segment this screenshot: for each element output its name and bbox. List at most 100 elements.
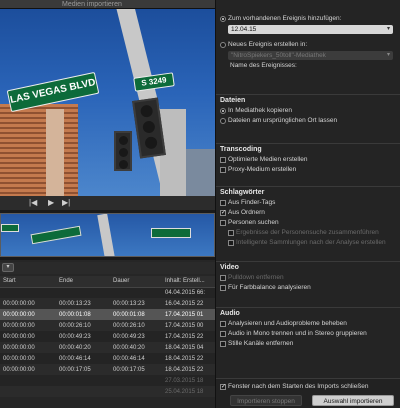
checkbox[interactable] [228, 230, 234, 236]
find-people-label: Personen suchen [228, 219, 279, 226]
table-row[interactable]: 00:00:00:00 00:00:49:23 00:00:49:23 17.04.2… [0, 331, 215, 342]
radio-icon[interactable] [220, 118, 226, 124]
table-row[interactable]: 00:00:00:00 00:00:40:20 00:00:40:20 18.04.2… [0, 342, 215, 353]
column-header-duration[interactable]: Dauer [110, 276, 162, 288]
add-to-existing-event-option[interactable]: Zum vorhandenen Ereignis hinzufügen: [216, 14, 400, 24]
cell-end [56, 375, 110, 386]
from-folders-label: Aus Ordnern [228, 209, 265, 216]
proxy-media-option[interactable]: Proxy-Medium erstellen [216, 165, 400, 175]
library-select[interactable]: "NitroSpiekers_50toll"-Mediathek ▾ [228, 51, 393, 60]
column-header-created[interactable]: Inhalt: Erstell... [162, 276, 215, 288]
checkbox[interactable] [220, 208, 226, 218]
copy-to-library-label: In Mediathek kopieren [228, 107, 292, 114]
table-row[interactable]: 00:00:00:00 00:00:01:08 00:00:01:08 17.04.2… [0, 309, 215, 320]
play-button[interactable]: ▶ [48, 198, 54, 207]
transport-controls: |◀ ▶ ▶| [0, 196, 215, 210]
cell-end: 00:00:46:14 [56, 353, 110, 364]
cell-duration [110, 386, 162, 397]
table-row[interactable]: 00:00:00:00 00:00:17:05 00:00:17:05 18.04.2… [0, 364, 215, 375]
checkbox[interactable] [220, 157, 226, 163]
color-balance-option[interactable]: Für Farbbalance analysieren [216, 283, 400, 293]
cell-created: 18.04.2015 04 [162, 342, 215, 353]
remove-pulldown-option[interactable]: Pulldown entfernen [216, 273, 400, 283]
consolidate-people-option[interactable]: Ergebnisse der Personensuche zusammenfüh… [216, 228, 400, 238]
optimized-media-label: Optimierte Medien erstellen [228, 156, 308, 163]
checkbox[interactable] [220, 382, 226, 392]
cell-end: 00:00:01:08 [56, 309, 110, 320]
leave-in-place-option[interactable]: Dateien am ursprünglichen Ort lassen [216, 116, 400, 126]
filter-bar: ▾ [0, 262, 215, 274]
radio-icon[interactable] [220, 16, 226, 22]
checkbox[interactable] [220, 200, 226, 206]
stop-import-button[interactable]: Importieren stoppen [230, 395, 302, 406]
table-row[interactable]: 25.04.2015 18 [0, 386, 215, 397]
cell-duration: 00:00:26:10 [110, 320, 162, 331]
table-row[interactable]: 00:00:00:00 00:00:13:23 00:00:13:23 16.04.2… [0, 298, 215, 309]
cell-created: 18.04.2015 22 [162, 353, 215, 364]
checkbox[interactable] [228, 240, 234, 246]
checkbox[interactable] [220, 341, 226, 347]
finder-tags-option[interactable]: Aus Finder-Tags [216, 198, 400, 208]
previous-frame-button[interactable]: |◀ [29, 198, 37, 207]
analyze-audio-label: Analysieren und Audioprobleme beheben [228, 320, 347, 327]
cell-end [56, 386, 110, 397]
checkbox[interactable] [220, 285, 226, 291]
media-browser-pane: Medien importieren LAS VEGAS BLVD S 3249… [0, 0, 215, 408]
checkbox[interactable] [220, 275, 226, 281]
checkbox[interactable] [220, 331, 226, 337]
table-row[interactable]: 00:00:00:00 00:00:26:10 00:00:26:10 17.04.2… [0, 320, 215, 331]
event-name-label: Name des Ereignisses: [230, 62, 297, 69]
cell-start [0, 287, 56, 298]
view-options-dropdown[interactable]: ▾ [2, 263, 14, 272]
next-frame-button[interactable]: ▶| [62, 198, 70, 207]
import-selected-button[interactable]: Auswahl importieren [312, 395, 394, 406]
table-row[interactable]: 04.04.2015 66: [0, 287, 215, 298]
proxy-media-label: Proxy-Medium erstellen [228, 166, 297, 173]
mono-stereo-option[interactable]: Audio in Mono trennen und in Stereo grup… [216, 329, 400, 339]
cell-created: 27.03.2015 18 [162, 375, 215, 386]
cell-created: 17.04.2015 00 [162, 320, 215, 331]
column-header-end[interactable]: Ende [56, 276, 110, 288]
section-header-transcoding: Transcoding [216, 143, 400, 155]
column-header-start[interactable]: Start [0, 276, 56, 288]
cell-created: 18.04.2015 22 [162, 364, 215, 375]
color-balance-label: Für Farbbalance analysieren [228, 284, 311, 291]
find-people-option[interactable]: Personen suchen [216, 218, 400, 228]
filmstrip-selection[interactable] [0, 213, 215, 257]
video-section: Video Pulldown entfernen Für Farbbalance… [216, 261, 400, 293]
radio-icon[interactable] [220, 42, 226, 48]
cell-start: 00:00:00:00 [0, 342, 56, 353]
section-header-keywords: Schlagwörter [216, 186, 400, 198]
window-title: Medien importieren [62, 1, 122, 8]
checkbox[interactable] [220, 321, 226, 327]
existing-event-select[interactable]: 12.04.15 ▾ [228, 25, 393, 34]
keywords-section: Schlagwörter Aus Finder-Tags Aus Ordnern… [216, 186, 400, 248]
copy-to-library-option[interactable]: In Mediathek kopieren [216, 106, 400, 116]
remove-silent-option[interactable]: Stille Kanäle entfernen [216, 339, 400, 349]
table-row[interactable]: 27.03.2015 18 [0, 375, 215, 386]
from-folders-option[interactable]: Aus Ordnern [216, 208, 400, 218]
checkbox[interactable] [220, 167, 226, 173]
create-new-event-option[interactable]: Neues Ereignis erstellen in: [216, 40, 400, 50]
checkbox[interactable] [220, 220, 226, 226]
cell-start: 00:00:00:00 [0, 353, 56, 364]
optimized-media-option[interactable]: Optimierte Medien erstellen [216, 155, 400, 165]
cell-created: 16.04.2015 22 [162, 298, 215, 309]
close-after-import-option[interactable]: Fenster nach dem Starten des Imports sch… [216, 382, 400, 392]
table-row[interactable]: 00:00:00:00 00:00:46:14 00:00:46:14 18.04.2… [0, 353, 215, 364]
analyze-audio-option[interactable]: Analysieren und Audioprobleme beheben [216, 319, 400, 329]
cell-duration: 00:00:40:20 [110, 342, 162, 353]
cell-end [56, 287, 110, 298]
clip-viewer[interactable]: LAS VEGAS BLVD S 3249 [0, 9, 215, 196]
cell-duration [110, 287, 162, 298]
cell-start [0, 386, 56, 397]
radio-icon[interactable] [220, 108, 226, 114]
smart-collections-option[interactable]: Intelligente Sammlungen nach der Analyse… [216, 238, 400, 248]
section-header-files: Dateien [216, 94, 400, 106]
chevron-down-icon: ▾ [386, 26, 390, 32]
traffic-light-graphic [114, 131, 132, 171]
filmstrip[interactable] [0, 210, 215, 260]
cell-start [0, 375, 56, 386]
consolidate-people-label: Ergebnisse der Personensuche zusammenfüh… [236, 229, 379, 236]
cell-end: 00:00:26:10 [56, 320, 110, 331]
